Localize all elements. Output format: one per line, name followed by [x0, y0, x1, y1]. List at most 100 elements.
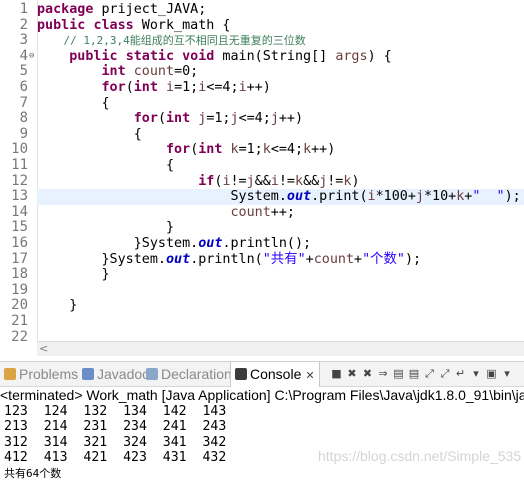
code-line[interactable] — [37, 314, 524, 330]
scroll-lock-icon[interactable]: ⇒ — [377, 367, 390, 380]
code-token: != — [230, 173, 247, 189]
code-line[interactable]: count++; — [37, 205, 524, 221]
code-line[interactable]: { — [37, 158, 524, 174]
view-menu-icon[interactable]: ▾ — [501, 367, 514, 380]
tab-javadoc[interactable]: Javadoc — [82, 362, 149, 386]
code-token: k — [230, 142, 239, 158]
code-line[interactable]: public class Work_math { — [37, 18, 524, 34]
tab-problems[interactable]: Problems — [4, 362, 78, 386]
code-token: int — [101, 64, 126, 80]
word-wrap-icon[interactable]: ▤ — [392, 367, 405, 380]
code-token: != — [327, 173, 344, 189]
line-number: 2 — [19, 16, 28, 33]
code-token: }System. — [37, 236, 199, 251]
tab-console[interactable]: Console ✕ — [230, 362, 320, 387]
show-on-output-icon[interactable]: ▤ — [408, 367, 421, 380]
scroll-left-icon[interactable]: < — [39, 342, 48, 356]
code-line[interactable]: { — [37, 96, 524, 112]
code-token: <=4; — [238, 111, 271, 127]
code-token: Work_math { — [133, 17, 231, 33]
line-number: 10 — [11, 141, 28, 158]
terminate-icon[interactable]: ■ — [330, 367, 343, 380]
code-token: =1; — [238, 142, 263, 158]
horizontal-scrollbar[interactable]: < — [37, 341, 524, 356]
code-line[interactable]: } — [37, 298, 524, 314]
code-line[interactable]: for(int j=1;j<=4;j++) — [37, 111, 524, 127]
javadoc-icon — [82, 368, 94, 380]
code-line[interactable]: } — [37, 267, 524, 283]
display-menu-icon[interactable]: ▾ — [470, 367, 483, 380]
code-token: .print( — [311, 189, 368, 205]
code-editor[interactable]: 1 2 3 4 ⊖ 5 6 7 8 9 10 11 12 13 14 15 16 17 18 19 20 21 22 pac… — [0, 0, 524, 341]
declaration-icon — [146, 368, 158, 380]
code-line[interactable]: } — [37, 220, 524, 236]
code-line[interactable]: public static void main(String[] args) { — [37, 49, 524, 65]
tab-declaration[interactable]: Declaration — [146, 362, 232, 386]
code-token: { — [37, 126, 142, 142]
code-token: <=4; — [206, 80, 239, 95]
console-output[interactable]: 123 124 132 134 142 143 213 214 231 234 … — [4, 404, 524, 481]
code-line[interactable]: for(int k=1;k<=4;k++) — [37, 142, 524, 158]
output-line: 共有64个数 — [4, 466, 62, 480]
code-token: for — [101, 80, 126, 95]
line-number-gutter: 1 2 3 4 ⊖ 5 6 7 8 9 10 11 12 13 14 15 16 17 18 19 20 21 22 — [0, 0, 38, 341]
code-token: out — [198, 236, 223, 251]
close-icon[interactable]: ✕ — [305, 370, 314, 382]
code-token: ); — [504, 189, 521, 205]
code-line[interactable]: package priject_JAVA; — [37, 2, 524, 18]
code-line[interactable] — [37, 330, 524, 341]
code-token: for — [133, 111, 158, 127]
line-number: 18 — [11, 266, 28, 283]
code-line[interactable]: }System.out.println(); — [37, 236, 524, 252]
console-view-toolbar: Problems Javadoc Declaration Console ✕ ■ ✖… — [0, 361, 524, 387]
code-token: && — [254, 173, 271, 189]
code-line[interactable]: int count=0; — [37, 64, 524, 80]
remove-all-icon[interactable]: ✖ — [361, 367, 374, 380]
line-number: 3 — [19, 32, 28, 49]
tab-label: Javadoc — [97, 366, 150, 382]
code-token: public — [37, 17, 86, 33]
code-token: } — [37, 298, 78, 314]
code-token: ++) — [246, 80, 271, 95]
pin-console-icon[interactable]: ⤢ — [423, 367, 436, 380]
code-token: i — [166, 80, 175, 95]
current-code-line[interactable]: System.out.print(i*100+j*10+k+" "); — [37, 189, 524, 205]
code-token: ); — [405, 251, 422, 267]
code-line[interactable]: for(int i=1;i<=4;i++) — [37, 80, 524, 96]
line-number: 17 — [11, 250, 28, 267]
line-number: 8 — [19, 110, 28, 127]
new-console-icon[interactable]: ▣ — [485, 367, 498, 380]
code-token: + — [354, 251, 363, 267]
console-icon — [235, 368, 247, 380]
open-console-icon[interactable]: ⤢ — [439, 367, 452, 380]
code-line[interactable]: // 1,2,3,4能组成的互不相同且无重复的三位数 — [37, 33, 524, 49]
code-line[interactable] — [37, 283, 524, 299]
code-token: i — [367, 189, 376, 205]
line-number: 11 — [11, 157, 28, 173]
code-token: k — [262, 142, 271, 158]
display-console-icon[interactable]: ↵ — [454, 367, 467, 380]
fold-toggle-icon[interactable]: ⊖ — [29, 49, 37, 65]
remove-launch-icon[interactable]: ✖ — [346, 367, 359, 380]
code-token: count — [313, 251, 355, 267]
code-line[interactable]: if(i!=j&&i!=k&&j!=k) — [37, 174, 524, 190]
code-token: if — [198, 173, 215, 189]
line-number: 14 — [11, 203, 28, 220]
tab-label: Console — [250, 366, 302, 382]
code-line[interactable]: { — [37, 127, 524, 143]
code-token: + — [305, 251, 314, 267]
code-token: void — [182, 48, 215, 64]
line-number: 13 — [11, 188, 28, 205]
code-line[interactable]: }System.out.println("共有"+count+"个数"); — [37, 252, 524, 268]
code-token: "共有" — [262, 251, 306, 267]
code-token: main(String[] — [214, 48, 336, 64]
code-token: j — [246, 173, 255, 189]
code-token: count — [133, 64, 175, 80]
code-token: ( — [125, 80, 134, 95]
code-token: =1; — [174, 80, 199, 95]
line-number: 15 — [11, 219, 28, 236]
